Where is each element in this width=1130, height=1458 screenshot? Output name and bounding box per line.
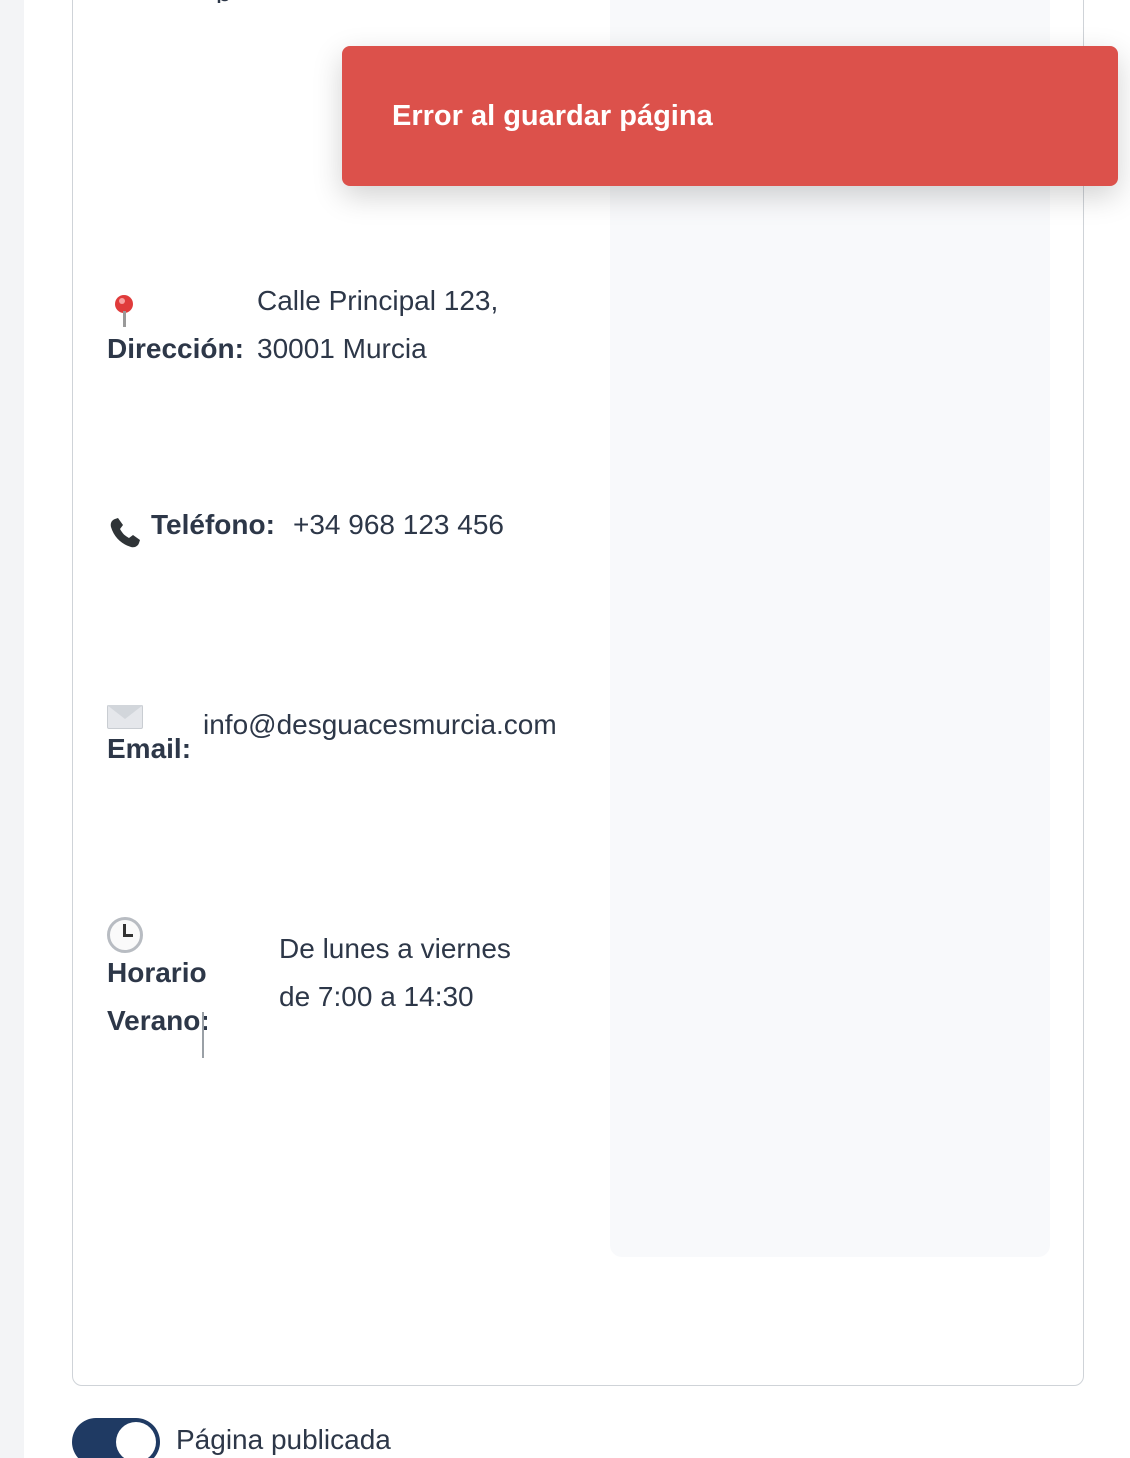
email-value: info@desguacesmurcia.com (203, 709, 557, 740)
publish-toggle-label: Página publicada (176, 1424, 391, 1455)
address-line-2: 30001 Murcia (257, 333, 427, 364)
publish-toggle[interactable] (72, 1418, 160, 1458)
clock-icon (107, 916, 143, 953)
hours-label-line-2: Verano: (107, 1005, 210, 1036)
toggle-knob (116, 1422, 156, 1458)
hours-line-2: de 7:00 a 14:30 (279, 981, 474, 1012)
hours-line-1: De lunes a viernes (279, 933, 511, 964)
phone-label: Teléfono: (151, 509, 275, 540)
page-content: p Dirección: Calle Principal 123, 30001 … (24, 0, 1130, 1458)
email-label: Email: (107, 733, 192, 764)
address-line-1: Calle Principal 123, (257, 285, 499, 316)
phone-icon (107, 515, 143, 551)
hours-label-line-1: Horario (107, 957, 207, 988)
email-row: Email: info@desguacesmurcia.com (107, 704, 587, 805)
phone-value: +34 968 123 456 (293, 509, 504, 540)
text-cursor (202, 1012, 204, 1058)
phone-row: Teléfono: +34 968 123 456 (107, 509, 587, 575)
cut-off-text: p (107, 0, 407, 3)
pin-icon (107, 293, 143, 329)
preview-panel (610, 0, 1050, 1257)
error-toast[interactable]: Error al guardar página (342, 46, 1118, 186)
page-editor-card[interactable]: p Dirección: Calle Principal 123, 30001 … (72, 0, 1084, 1386)
address-row: Dirección: Calle Principal 123, 30001 Mu… (107, 285, 587, 401)
hours-row: Horario Verano: De lunes a viernes de 7:… (107, 916, 587, 1055)
address-label: Dirección: (107, 333, 244, 364)
toast-message: Error al guardar página (392, 100, 713, 132)
